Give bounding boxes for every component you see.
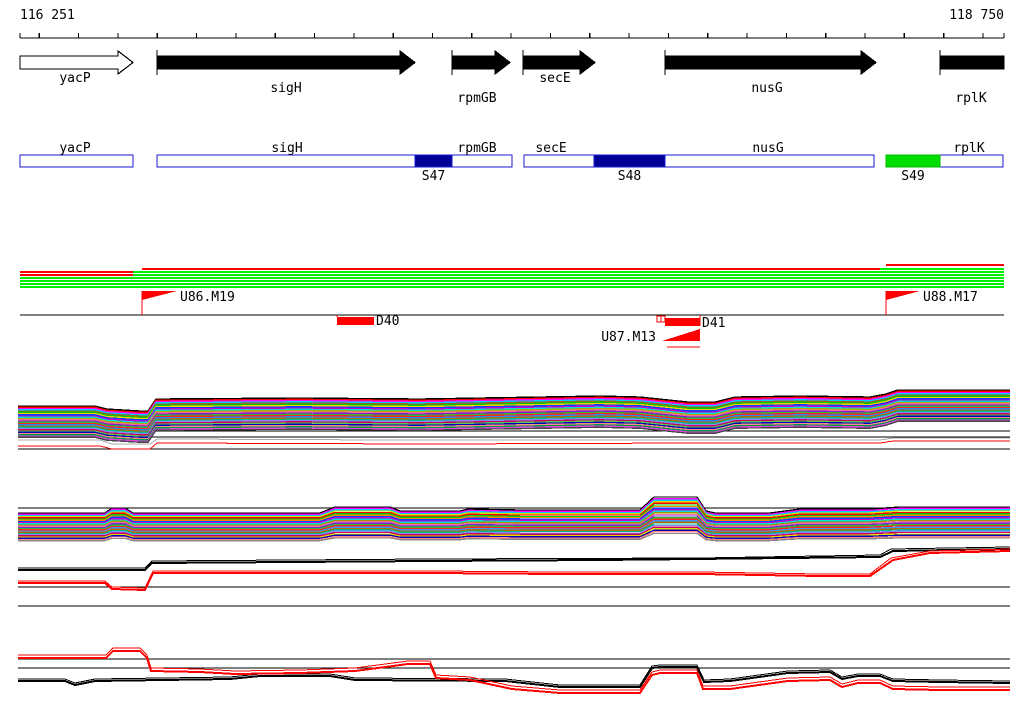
gene-arrow-label-rplK: rplK: [955, 91, 986, 106]
unit-box-sigH-rpmGB-unit[interactable]: [156, 154, 513, 168]
segment-label-S48: S48: [618, 169, 641, 184]
gene-arrow-label-secE: secE: [539, 71, 570, 86]
flag-label-U86.M19: U86.M19: [180, 290, 235, 305]
unit-box-secE-nusG-unit[interactable]: [523, 154, 875, 168]
marker-D40[interactable]: [337, 317, 374, 325]
flag-label-U88.M17: U88.M17: [923, 290, 978, 305]
unit-label-yacP: yacP: [59, 141, 90, 156]
gene-arrow-rpmGB[interactable]: [451, 49, 511, 76]
gene-arrow-label-rpmGB: rpmGB: [457, 91, 496, 106]
segment-label-S47: S47: [422, 169, 445, 184]
segment-label-S49: S49: [901, 169, 924, 184]
tracks-canvas: yacP sigH rpmGB secE nusG rplK S47 S48 S49 yacP si…: [18, 33, 1011, 694]
marker-D41[interactable]: [665, 318, 700, 326]
unit-label-sigH: sigH: [271, 141, 302, 156]
segment-S49[interactable]: [885, 154, 941, 168]
panel-middle-extra-1: [18, 548, 1011, 571]
flag-U87.M13[interactable]: [662, 329, 700, 341]
flag-label-U87.M13: U87.M13: [601, 330, 656, 345]
unit-label-rpmGB: rpmGB: [457, 141, 496, 156]
marker-label-D41: D41: [702, 316, 725, 331]
marker-label-D40: D40: [376, 314, 399, 329]
gene-arrow-rplK[interactable]: [939, 55, 1005, 70]
panel-upper-extra-1: [18, 440, 1010, 450]
unit-label-secE: secE: [535, 141, 566, 156]
unit-label-nusG: nusG: [752, 141, 783, 156]
unit-box-yacP-unit[interactable]: [19, 154, 134, 168]
unit-label-rplK: rplK: [953, 141, 984, 156]
gene-arrow-label-sigH: sigH: [270, 81, 301, 96]
gene-arrow-label-yacP: yacP: [59, 71, 90, 86]
segment-S47[interactable]: [414, 154, 453, 168]
panel-lower-extra-3: [18, 650, 1010, 694]
gene-arrow-label-nusG: nusG: [751, 81, 782, 96]
gene-arrow-nusG[interactable]: [664, 49, 877, 76]
genome-browser-view: 116 251 118 750 yacP sigH rpmGB secE nusG rpl…: [0, 0, 1024, 714]
marker-open-box-1[interactable]: [660, 315, 666, 323]
flag-U88.M17[interactable]: [886, 291, 920, 300]
gene-arrow-sigH[interactable]: [156, 49, 416, 76]
flag-U86.M19[interactable]: [142, 291, 177, 300]
segment-S48[interactable]: [593, 154, 666, 168]
